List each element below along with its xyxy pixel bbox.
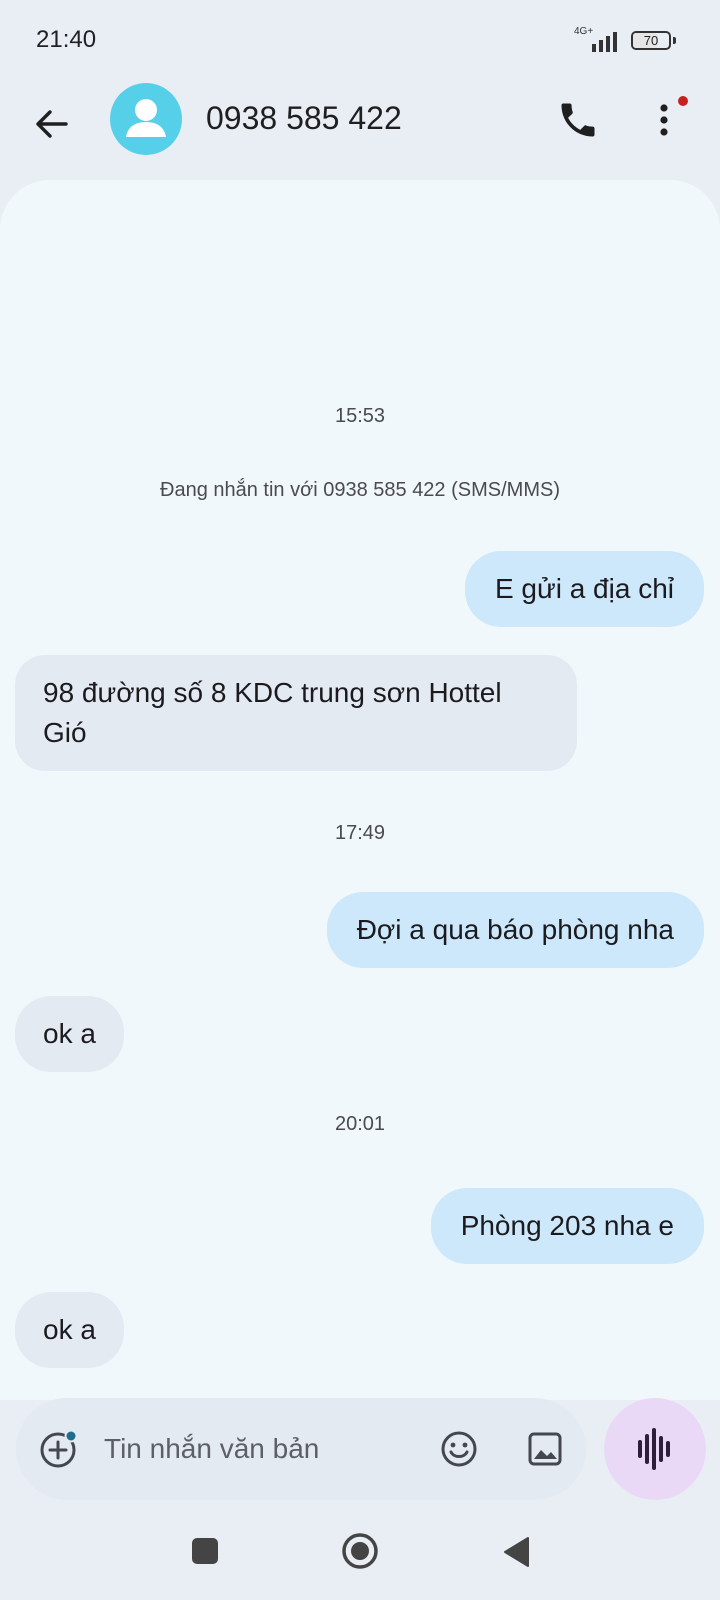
system-navigation-bar — [0, 1510, 720, 1600]
voice-message-button[interactable] — [604, 1398, 706, 1500]
message-input[interactable] — [104, 1426, 404, 1472]
add-icon[interactable] — [38, 1428, 80, 1470]
back-arrow-icon[interactable] — [28, 100, 76, 148]
recents-icon[interactable] — [192, 1538, 218, 1564]
message-composer — [16, 1398, 586, 1500]
battery-tip — [673, 37, 676, 44]
more-vert-icon[interactable] — [646, 96, 682, 144]
conversation-info: Đang nhắn tin với 0938 585 422 (SMS/MMS) — [160, 479, 560, 501]
voice-wave-icon — [638, 1428, 670, 1470]
timestamp: 15:53 — [334, 405, 386, 427]
nav-back-icon[interactable] — [501, 1535, 531, 1569]
outgoing-message[interactable]: Phòng 203 nha e — [430, 1188, 704, 1264]
timestamp: 17:49 — [334, 822, 386, 844]
outgoing-message[interactable]: Đợi a qua báo phòng nha — [326, 892, 704, 968]
contact-avatar[interactable] — [110, 83, 182, 155]
signal-icon — [592, 32, 617, 52]
conversation-area[interactable]: 15:53 Đang nhắn tin với 0938 585 422 (SM… — [0, 180, 720, 1400]
home-icon[interactable] — [341, 1532, 379, 1570]
incoming-message[interactable]: ok a — [15, 1292, 124, 1368]
outgoing-message[interactable]: E gửi a địa chỉ — [464, 551, 704, 627]
battery-icon: 70 — [631, 31, 671, 50]
status-time: 21:40 — [36, 26, 97, 53]
gallery-icon[interactable] — [524, 1428, 566, 1470]
contact-avatar-icon — [126, 99, 166, 137]
app-bar: 0938 585 422 — [0, 80, 720, 180]
incoming-message[interactable]: 98 đường số 8 KDC trung sơn Hottel Gió — [15, 655, 577, 771]
timestamp: 20:01 — [334, 1113, 386, 1135]
status-bar: 21:40 4G+ 70 — [0, 0, 720, 80]
contact-name[interactable]: 0938 585 422 — [206, 100, 402, 137]
incoming-message[interactable]: ok a — [15, 996, 124, 1072]
emoji-icon[interactable] — [438, 1428, 480, 1470]
notification-dot — [678, 96, 688, 106]
phone-icon[interactable] — [556, 98, 600, 142]
battery-text: 70 — [643, 33, 659, 48]
